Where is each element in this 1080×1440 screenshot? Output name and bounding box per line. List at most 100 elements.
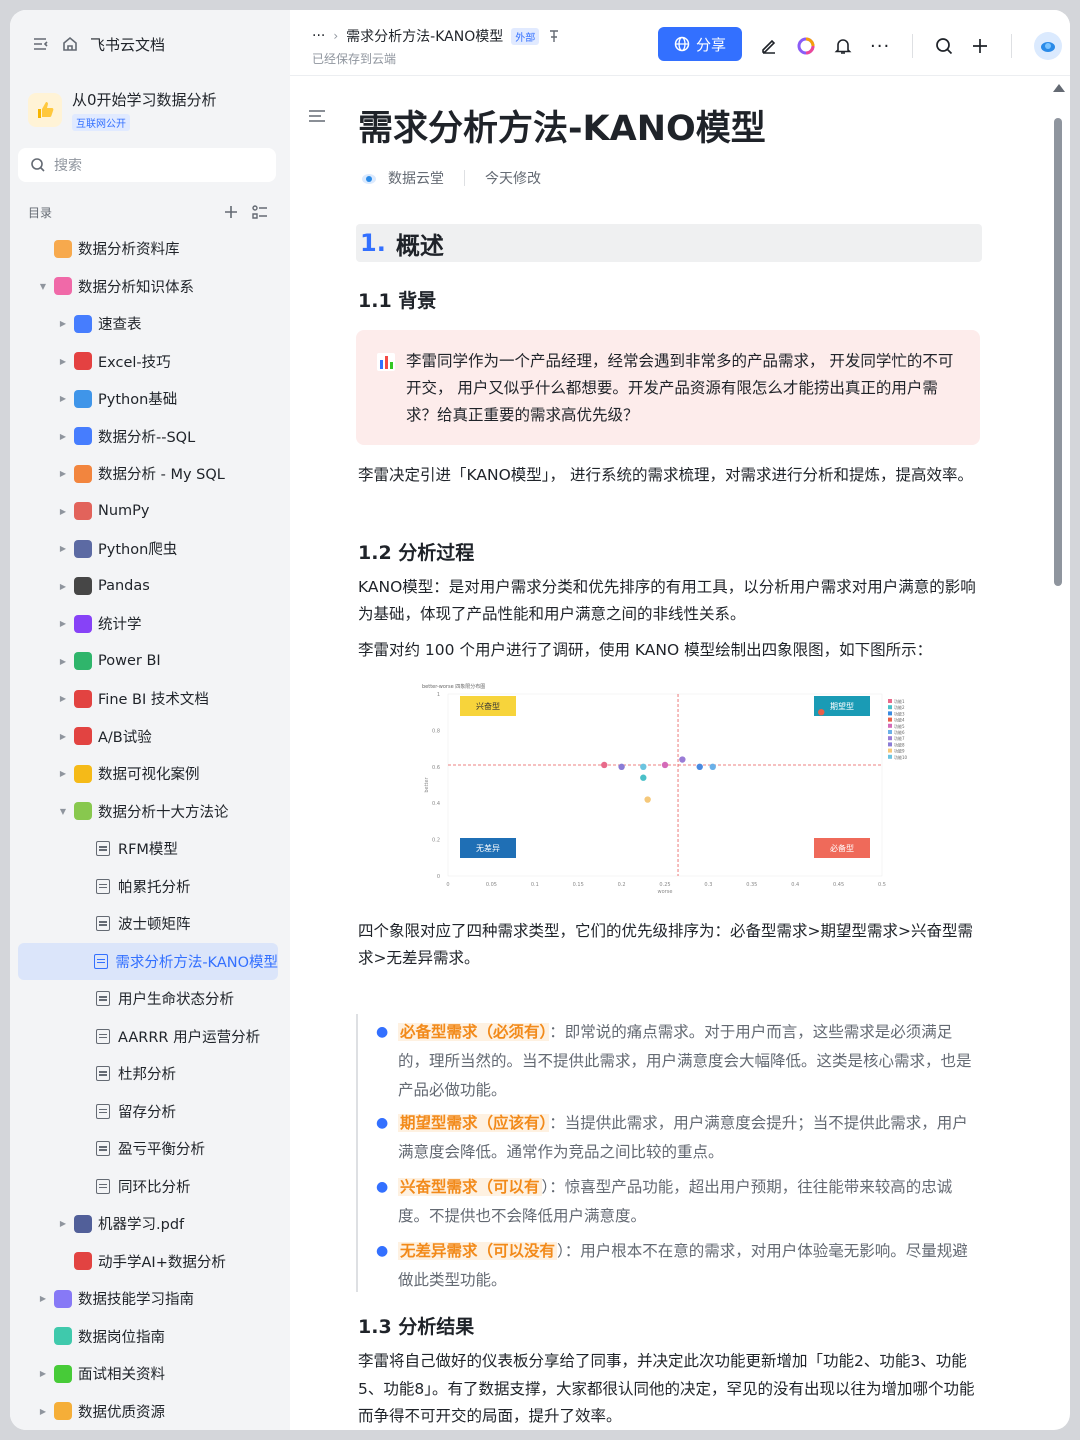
sidebar-item[interactable]: 用户生命状态分析: [18, 980, 278, 1018]
external-badge: 外部: [511, 27, 540, 45]
caret-right-icon[interactable]: ▶: [56, 619, 70, 628]
collapse-sidebar-icon[interactable]: [32, 36, 50, 52]
edit-icon[interactable]: [760, 37, 778, 55]
sidebar-item[interactable]: 同环比分析: [18, 1168, 278, 1206]
caret-right-icon[interactable]: ▶: [56, 319, 70, 328]
doc-icon: [93, 952, 110, 970]
caret-right-icon[interactable]: ▶: [56, 507, 70, 516]
pin-icon[interactable]: [547, 29, 561, 43]
sidebar-item[interactable]: AARRR 用户运营分析: [18, 1018, 278, 1056]
app-name[interactable]: 飞书云文档: [90, 34, 165, 55]
sidebar-item[interactable]: 需求分析方法-KANO模型: [18, 942, 278, 980]
sidebar-item[interactable]: ▶ 数据分析--SQL: [18, 418, 278, 456]
plus-icon[interactable]: [971, 37, 989, 55]
sidebar-item[interactable]: ▶ Pandas: [18, 568, 278, 606]
caret-right-icon[interactable]: ▶: [36, 1369, 50, 1378]
x-tick-label: 0.35: [746, 882, 757, 888]
sidebar-item-label: Power BI: [98, 653, 161, 670]
kano-quadrant-chart[interactable]: better-worse 四象限分布图 0 0.2 0.4 0.6 0.8 1 0 0.05 0.…: [422, 680, 918, 896]
caret-right-icon[interactable]: ▶: [56, 469, 70, 478]
legend-label: 功能1: [894, 698, 905, 704]
legend-label: 功能7: [894, 735, 905, 741]
caret-right-icon[interactable]: ▶: [56, 432, 70, 441]
more-icon[interactable]: ···: [870, 36, 890, 57]
caret-right-icon[interactable]: ▶: [56, 1219, 70, 1228]
sidebar-item[interactable]: 动手学AI+数据分析: [18, 1243, 278, 1281]
sidebar-item[interactable]: ▶ 数据分析 - My SQL: [18, 455, 278, 493]
caret-right-icon[interactable]: ▶: [56, 394, 70, 403]
home-icon[interactable]: [62, 36, 78, 52]
caret-right-icon[interactable]: ▶: [56, 544, 70, 553]
ai-assistant-icon[interactable]: [796, 36, 816, 56]
caret-right-icon[interactable]: ▶: [56, 732, 70, 741]
sidebar-item[interactable]: ▶ 数据优质资源: [18, 1393, 278, 1431]
sidebar-item[interactable]: ▶ 统计学: [18, 605, 278, 643]
bell-icon[interactable]: [834, 37, 852, 55]
sidebar-item[interactable]: RFM模型: [18, 830, 278, 868]
legend-swatch: [888, 736, 892, 741]
sidebar-item[interactable]: 数据分析资料库: [18, 230, 278, 268]
sidebar-item[interactable]: ▶ 面试相关资料: [18, 1355, 278, 1393]
data-point: [618, 763, 625, 770]
sidebar-item[interactable]: ▶ Python爬虫: [18, 530, 278, 568]
sidebar-item[interactable]: 数据岗位指南: [18, 1318, 278, 1356]
sidebar-item[interactable]: ▶ A/B试验: [18, 718, 278, 756]
knowledge-base-card[interactable]: 从0开始学习数据分析 互联网公开: [28, 84, 278, 136]
doc-icon: [94, 1102, 112, 1120]
caret-right-icon[interactable]: ▶: [36, 1294, 50, 1303]
scrollbar-thumb[interactable]: [1054, 118, 1062, 586]
data-point: [601, 761, 608, 769]
share-button[interactable]: 分享: [658, 27, 742, 61]
caret-down-icon[interactable]: ▼: [56, 807, 70, 816]
caret-right-icon[interactable]: ▶: [56, 657, 70, 666]
breadcrumb-more[interactable]: ···: [312, 28, 325, 44]
add-icon[interactable]: [224, 205, 238, 219]
sidebar-item[interactable]: ▶ NumPy: [18, 493, 278, 531]
sidebar-item[interactable]: ▶ Fine BI 技术文档: [18, 680, 278, 718]
x-tick-label: 0.3: [704, 882, 712, 888]
sidebar-item[interactable]: ▶ 机器学习.pdf: [18, 1205, 278, 1243]
scroll-up-arrow[interactable]: [1053, 84, 1065, 92]
author-name[interactable]: 数据云堂: [388, 168, 444, 188]
sidebar-item[interactable]: 波士顿矩阵: [18, 905, 278, 943]
puzzle-icon: [74, 802, 92, 821]
tree-settings-icon[interactable]: [252, 205, 268, 219]
caret-right-icon[interactable]: ▶: [56, 694, 70, 703]
sidebar-item[interactable]: ▶ Python基础: [18, 380, 278, 418]
sidebar-item[interactable]: ▶ 数据可视化案例: [18, 755, 278, 793]
sidebar-item-label: 面试相关资料: [78, 1367, 165, 1384]
sidebar-item[interactable]: 杜邦分析: [18, 1055, 278, 1093]
flame-icon: [54, 1402, 72, 1421]
caret-right-icon[interactable]: ▶: [56, 357, 70, 366]
doc-shape: [94, 953, 109, 969]
thermometer-icon: [74, 1252, 92, 1271]
sidebar-item-label: 波士顿矩阵: [118, 917, 191, 934]
search-icon[interactable]: [935, 37, 953, 55]
sidebar-item[interactable]: ▼ 数据分析知识体系: [18, 268, 278, 306]
sidebar-item[interactable]: 留存分析: [18, 1093, 278, 1131]
caret-right-icon[interactable]: ▶: [36, 1407, 50, 1416]
sidebar-item[interactable]: ▶ 速查表: [18, 305, 278, 343]
sidebar-item[interactable]: ▶ 数据技能学习指南: [18, 1280, 278, 1318]
page-title[interactable]: 需求分析方法-KANO模型: [358, 100, 766, 151]
caret-right-icon[interactable]: ▶: [56, 582, 70, 591]
sidebar-item[interactable]: ▶ Excel-技巧: [18, 343, 278, 381]
sidebar-item[interactable]: 帕累托分析: [18, 868, 278, 906]
search-input[interactable]: 搜索: [18, 148, 276, 182]
caret-right-icon[interactable]: ▶: [56, 769, 70, 778]
doc-icon: [94, 915, 112, 933]
sidebar-item-label: Fine BI 技术文档: [98, 692, 209, 709]
outline-icon[interactable]: [308, 108, 326, 124]
legend-label: 功能9: [894, 748, 905, 754]
sidebar-item[interactable]: ▼ 数据分析十大方法论: [18, 793, 278, 831]
sidebar-item[interactable]: ▶ Power BI: [18, 643, 278, 681]
sidebar-item[interactable]: 盈亏平衡分析: [18, 1130, 278, 1168]
doc-shape: [96, 991, 110, 1007]
public-badge: 互联网公开: [72, 114, 130, 131]
x-tick-label: 0.15: [573, 882, 584, 888]
bar-chart-icon: [74, 427, 92, 446]
header-divider: [1011, 34, 1013, 58]
caret-down-icon[interactable]: ▼: [36, 282, 50, 291]
breadcrumb-title[interactable]: 需求分析方法-KANO模型: [346, 26, 503, 46]
avatar[interactable]: [1034, 32, 1063, 60]
